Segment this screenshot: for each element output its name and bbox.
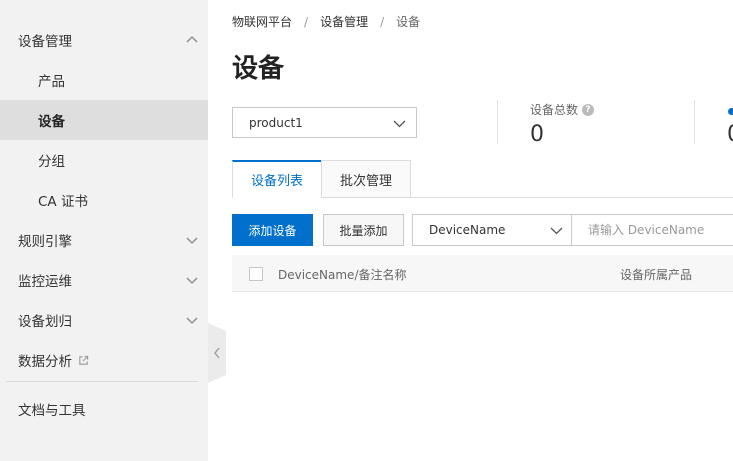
column-header-product[interactable]: 设备所属产品	[620, 266, 692, 283]
status-dot-icon	[728, 108, 733, 115]
chevron-down-icon	[393, 120, 406, 128]
sidebar-collapse-handle[interactable]	[208, 323, 226, 383]
sidebar-item-label: 设备管理	[18, 34, 72, 50]
breadcrumb-item-device-management[interactable]: 设备管理	[320, 13, 368, 30]
sidebar-item-devices[interactable]: 设备	[0, 100, 208, 140]
breadcrumb-separator: /	[304, 14, 309, 29]
sidebar-item-label: 文档与工具	[18, 403, 86, 419]
sidebar-item-label: CA 证书	[38, 194, 88, 210]
product-select[interactable]: product1	[232, 107, 417, 138]
add-device-button[interactable]: 添加设备	[232, 214, 313, 246]
sidebar-item-device-assignment[interactable]: 设备划归	[0, 300, 208, 340]
chevron-down-icon	[186, 317, 198, 324]
sidebar-item-device-management[interactable]: 设备管理	[0, 20, 208, 60]
chevron-up-icon	[186, 36, 198, 43]
sidebar-item-products[interactable]: 产品	[0, 60, 208, 100]
sidebar-item-docs-tools[interactable]: 文档与工具	[0, 389, 208, 429]
sidebar-item-rule-engine[interactable]: 规则引擎	[0, 220, 208, 260]
stats-divider	[694, 100, 695, 144]
search-input[interactable]	[571, 214, 733, 246]
sidebar-item-data-analysis[interactable]: 数据分析	[0, 340, 208, 380]
breadcrumb: 物联网平台 / 设备管理 / 设备	[232, 13, 420, 30]
tab-batch-management[interactable]: 批次管理	[321, 160, 411, 198]
chevron-down-icon	[186, 237, 198, 244]
sidebar-item-label: 分组	[38, 154, 65, 170]
sidebar: 设备管理 产品 设备 分组 CA 证书 规则引擎 监控运维 设备划归 数据分析 …	[0, 0, 208, 461]
sidebar-item-label: 监控运维	[18, 274, 72, 290]
search-field-select[interactable]: DeviceName	[412, 214, 572, 246]
stats-divider	[497, 100, 498, 144]
sidebar-item-ca-certificates[interactable]: CA 证书	[0, 180, 208, 220]
select-all-checkbox[interactable]	[249, 267, 263, 281]
external-link-icon	[79, 355, 89, 365]
breadcrumb-item-iot-platform[interactable]: 物联网平台	[232, 13, 292, 30]
breadcrumb-item-current: 设备	[396, 15, 421, 29]
tab-device-list[interactable]: 设备列表	[232, 160, 322, 198]
device-total-value: 0	[530, 122, 544, 147]
product-select-value: product1	[249, 115, 303, 130]
chevron-down-icon	[186, 277, 198, 284]
batch-add-button[interactable]: 批量添加	[323, 214, 404, 246]
sidebar-divider	[6, 381, 198, 382]
sidebar-item-label: 设备	[38, 114, 65, 130]
sidebar-item-groups[interactable]: 分组	[0, 140, 208, 180]
sidebar-item-label: 产品	[38, 74, 65, 90]
sidebar-item-label: 数据分析	[18, 354, 72, 370]
chevron-down-icon	[550, 227, 563, 235]
page-title: 设备	[232, 54, 285, 84]
device-stat-value: 0	[727, 122, 733, 147]
device-total-label: 设备总数 ?	[530, 101, 595, 118]
sidebar-item-label: 设备划归	[18, 314, 72, 330]
sidebar-item-label: 规则引擎	[18, 234, 72, 250]
column-header-device-name[interactable]: DeviceName/备注名称	[278, 266, 407, 283]
device-total-label-text: 设备总数	[530, 103, 579, 117]
search-field-select-value: DeviceName	[429, 223, 506, 237]
table-header: DeviceName/备注名称 设备所属产品	[232, 255, 733, 292]
help-icon[interactable]: ?	[582, 103, 595, 116]
sidebar-item-monitoring[interactable]: 监控运维	[0, 260, 208, 300]
breadcrumb-separator: /	[380, 14, 385, 29]
